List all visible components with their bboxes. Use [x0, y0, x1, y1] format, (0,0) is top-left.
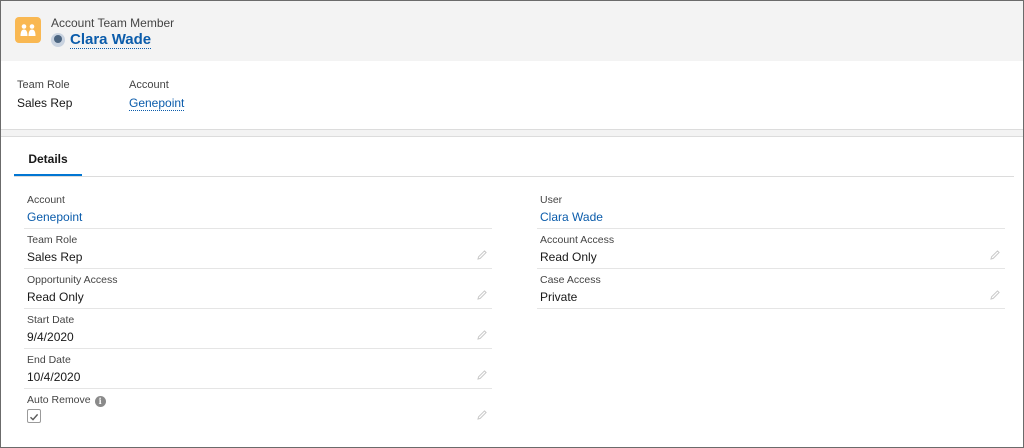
edit-pencil-icon[interactable]	[989, 289, 1001, 301]
record-page: Account Team Member Clara Wade Team Role…	[0, 0, 1024, 448]
field-auto-remove: Auto Remove i	[24, 389, 492, 428]
details-left-column: Account Genepoint Team Role Sales Rep Op…	[24, 189, 492, 428]
highlight-label: Team Role	[17, 79, 70, 91]
field-label-row: Auto Remove i	[27, 394, 106, 407]
account-value-link[interactable]: Genepoint	[27, 210, 82, 224]
field-end-date: End Date 10/4/2020	[24, 349, 492, 389]
field-label: Start Date	[27, 314, 75, 326]
field-label: Case Access	[540, 274, 601, 286]
info-icon[interactable]: i	[94, 395, 106, 407]
highlight-account: Account Genepoint	[129, 79, 185, 111]
field-value: Read Only	[27, 290, 84, 304]
edit-pencil-icon[interactable]	[476, 329, 488, 341]
field-user: User Clara Wade	[537, 189, 1005, 229]
auto-remove-checkbox	[27, 409, 41, 423]
highlight-team-role: Team Role Sales Rep	[17, 79, 72, 110]
highlight-value: Sales Rep	[17, 96, 73, 110]
record-header: Account Team Member Clara Wade	[1, 1, 1023, 61]
account-link[interactable]: Genepoint	[129, 96, 185, 111]
field-team-role: Team Role Sales Rep	[24, 229, 492, 269]
edit-pencil-icon[interactable]	[476, 409, 488, 421]
section-divider	[1, 130, 1023, 137]
field-label: User	[540, 194, 563, 206]
field-opportunity-access: Opportunity Access Read Only	[24, 269, 492, 309]
highlights-panel: Team Role Sales Rep Account Genepoint	[1, 61, 1023, 130]
edit-pencil-icon[interactable]	[476, 249, 488, 261]
edit-pencil-icon[interactable]	[476, 369, 488, 381]
field-value: 10/4/2020	[27, 370, 81, 384]
field-label: Account	[27, 194, 65, 206]
account-team-icon	[15, 17, 41, 43]
tab-bar: Details	[14, 144, 1014, 177]
edit-pencil-icon[interactable]	[989, 249, 1001, 261]
field-label: End Date	[27, 354, 71, 366]
object-type-label: Account Team Member	[51, 16, 175, 30]
field-start-date: Start Date 9/4/2020	[24, 309, 492, 349]
user-value-link[interactable]: Clara Wade	[540, 210, 603, 224]
user-avatar-icon	[51, 33, 65, 47]
record-name-link[interactable]: Clara Wade	[70, 31, 152, 49]
field-label: Account Access	[540, 234, 615, 246]
highlight-label: Account	[129, 79, 169, 91]
field-label: Opportunity Access	[27, 274, 118, 286]
field-value: Sales Rep	[27, 250, 83, 264]
field-label: Team Role	[27, 234, 78, 246]
details-right-column: User Clara Wade Account Access Read Only…	[537, 189, 1005, 309]
field-value: Read Only	[540, 250, 597, 264]
record-title: Clara Wade	[51, 31, 152, 49]
field-case-access: Case Access Private	[537, 269, 1005, 309]
checkmark-icon	[30, 413, 39, 421]
field-label: Auto Remove	[27, 394, 91, 406]
field-value: Private	[540, 290, 578, 304]
tab-details[interactable]: Details	[14, 144, 82, 176]
field-value: 9/4/2020	[27, 330, 74, 344]
edit-pencil-icon[interactable]	[476, 289, 488, 301]
field-account-access: Account Access Read Only	[537, 229, 1005, 269]
field-account: Account Genepoint	[24, 189, 492, 229]
